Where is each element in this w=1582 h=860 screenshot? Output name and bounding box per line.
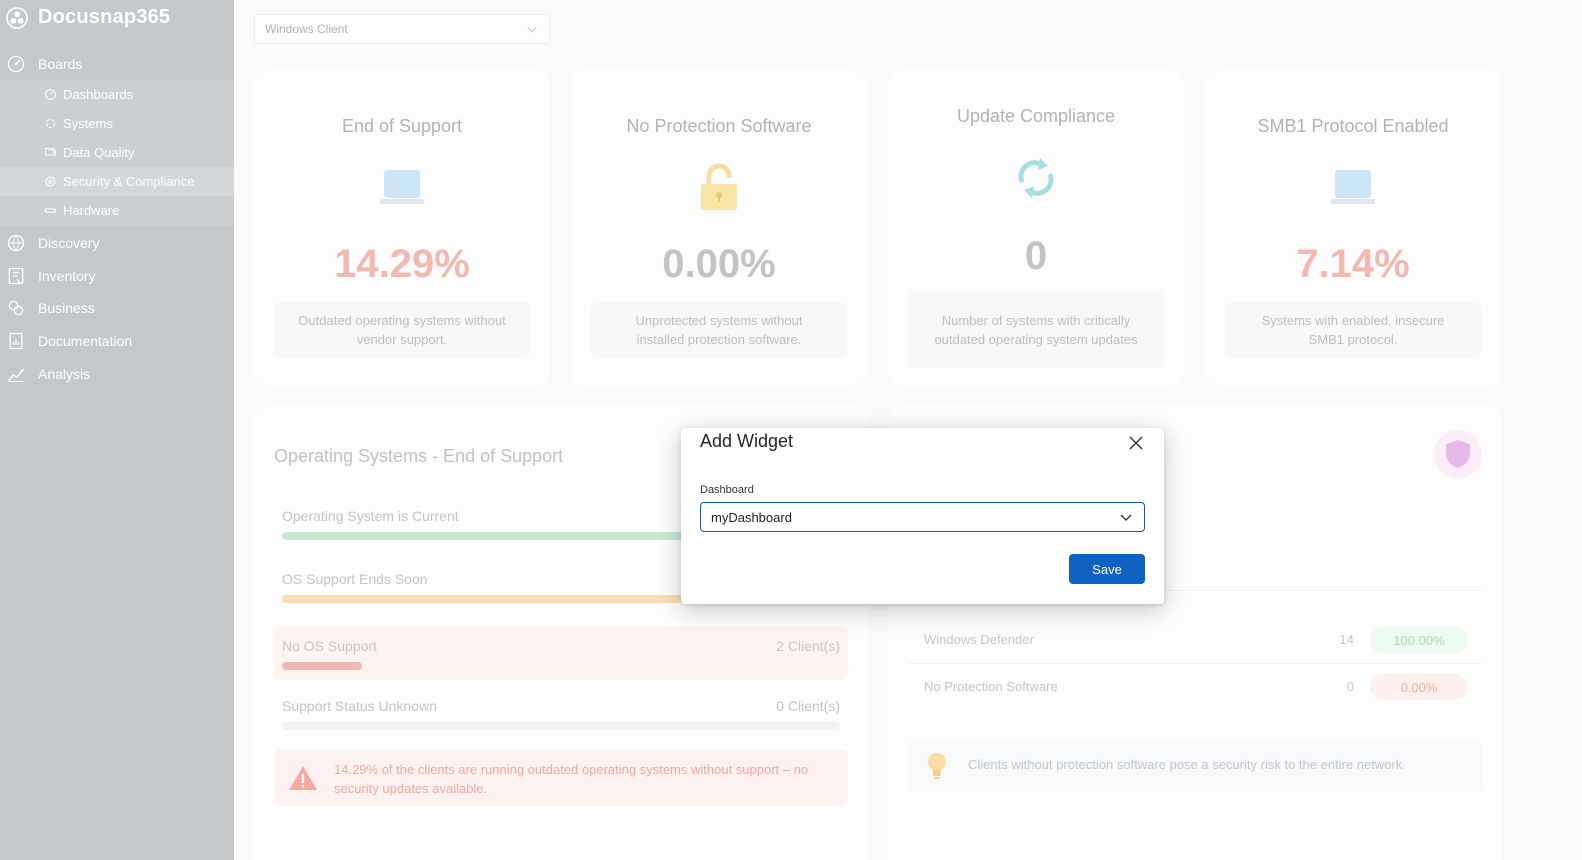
kpi-card-end-of-support[interactable]: End of Support 14.29% Outdated operating… — [254, 70, 550, 386]
documentation-icon — [9, 332, 23, 350]
app-title: Docusnap365 — [38, 6, 171, 28]
dashboard-icon — [45, 89, 56, 100]
analysis-icon — [7, 368, 25, 382]
shield-badge — [1434, 430, 1482, 478]
kpi-card-smb1-protocol[interactable]: SMB1 Protocol Enabled 7.14% Systems with… — [1205, 70, 1501, 386]
kpi-title: End of Support — [341, 116, 463, 136]
protection-percent-pill: 100.00% — [1370, 627, 1468, 653]
client-type-value: Windows Client — [265, 22, 348, 36]
progress-track — [282, 722, 840, 730]
nav-documentation[interactable]: Documentation — [0, 325, 234, 358]
nav-inventory[interactable]: Inventory — [0, 260, 234, 293]
dashboard-field-label: Dashboard — [700, 484, 754, 496]
os-row-label: OS Support Ends Soon — [282, 571, 428, 587]
sidebar-item-systems[interactable]: Systems — [0, 109, 234, 138]
os-row-label: Operating System is Current — [282, 508, 459, 524]
laptop-icon — [380, 170, 424, 204]
dialog-title: Add Widget — [700, 431, 794, 451]
kpi-title: No Protection Software — [626, 116, 812, 136]
data-quality-icon — [45, 147, 56, 157]
sidebar-item-label: Data Quality — [63, 145, 135, 160]
kpi-title: Update Compliance — [956, 106, 1116, 126]
kpi-description: Systems with enabled, insecure SMB1 prot… — [1225, 302, 1481, 358]
docusnap-logo-icon — [6, 6, 28, 29]
nav-business[interactable]: Business — [0, 292, 234, 325]
protection-name: Windows Defender — [924, 632, 1034, 647]
tip-text: Clients without protection software pose… — [968, 757, 1406, 772]
client-type-select[interactable]: Windows Client — [254, 14, 550, 44]
kpi-value: 0.00% — [662, 242, 776, 286]
nav-label: Business — [38, 300, 95, 317]
security-icon — [45, 176, 56, 187]
panel-title: Operating Systems - End of Support — [274, 446, 564, 466]
save-button[interactable]: Save — [1069, 554, 1145, 584]
kpi-value: 14.29% — [334, 242, 470, 286]
eos-alert: 14.29% of the clients are running outdat… — [274, 750, 848, 806]
kpi-description: Outdated operating systems without vendo… — [274, 302, 530, 358]
protection-name: No Protection Software — [924, 679, 1058, 694]
alert-text: 14.29% of the clients are running outdat… — [334, 762, 809, 796]
hardware-icon — [45, 208, 56, 213]
sidebar-item-security-compliance[interactable]: Security & Compliance — [0, 167, 234, 196]
close-icon — [1129, 436, 1143, 450]
protection-row-defender[interactable]: Windows Defender 14 100.00% — [908, 617, 1482, 663]
sidebar: Docusnap365 Boards Dashboards Systems Da… — [0, 0, 234, 860]
sidebar-item-label: Systems — [63, 116, 113, 131]
protection-percent-pill: 0.00% — [1370, 674, 1468, 700]
kpi-value: 0 — [1024, 234, 1048, 278]
chevron-down-icon — [527, 26, 537, 33]
nav-label: Discovery — [38, 235, 100, 252]
systems-icon — [45, 118, 56, 129]
nav-discovery[interactable]: Discovery — [0, 227, 234, 260]
kpi-card-no-protection[interactable]: No Protection Software 0.00% Unprotected… — [571, 70, 867, 386]
kpi-description: Number of systems with critically outdat… — [908, 292, 1164, 368]
protection-count: 14 — [1339, 632, 1354, 647]
business-icon — [8, 301, 24, 316]
nav-boards[interactable]: Boards — [0, 48, 234, 80]
os-row-unknown[interactable]: Support Status Unknown 0 Client(s) — [274, 692, 848, 746]
progress-track — [282, 662, 840, 670]
nav-label: Analysis — [38, 365, 91, 382]
kpi-title: SMB1 Protocol Enabled — [1257, 116, 1449, 136]
sidebar-item-dashboards[interactable]: Dashboards — [0, 80, 234, 109]
sidebar-item-label: Dashboards — [63, 87, 134, 102]
progress-fill — [282, 662, 362, 670]
gauge-icon — [7, 55, 25, 73]
nav-label: Documentation — [38, 333, 133, 350]
sidebar-item-label: Hardware — [63, 203, 120, 218]
dashboard-select-value: myDashboard — [711, 509, 792, 525]
sidebar-item-label: Security & Compliance — [63, 174, 195, 189]
lightbulb-icon — [928, 753, 946, 779]
add-widget-dialog: Add Widget Dashboard myDashboard Save — [681, 428, 1164, 604]
os-row-label: Support Status Unknown — [282, 698, 437, 714]
refresh-icon — [1018, 158, 1054, 198]
unlocked-padlock-icon — [701, 163, 737, 210]
nav-boards-label: Boards — [38, 56, 83, 72]
chevron-down-icon — [1120, 514, 1132, 521]
kpi-card-update-compliance[interactable]: Update Compliance 0 Number of systems wi… — [888, 70, 1184, 386]
os-row-count: 2 Client(s) — [776, 638, 840, 654]
warning-icon — [289, 766, 317, 790]
close-button[interactable] — [1125, 432, 1147, 454]
laptop-icon — [1331, 170, 1375, 204]
shield-icon — [1446, 440, 1470, 468]
os-row-count: 0 Client(s) — [776, 698, 840, 714]
protection-row-none[interactable]: No Protection Software 0 0.00% — [908, 664, 1482, 710]
inventory-icon — [8, 267, 24, 285]
protection-tip: Clients without protection software pose… — [908, 740, 1482, 792]
os-row-no-support[interactable]: No OS Support 2 Client(s) — [274, 626, 848, 680]
kpi-description: Unprotected systems without installed pr… — [591, 302, 847, 358]
os-row-label: No OS Support — [282, 638, 377, 654]
discovery-icon — [7, 235, 25, 252]
protection-count: 0 — [1346, 679, 1354, 694]
sidebar-item-hardware[interactable]: Hardware — [0, 196, 234, 225]
sidebar-item-data-quality[interactable]: Data Quality — [0, 138, 234, 167]
brand[interactable]: Docusnap365 — [6, 6, 170, 29]
kpi-value: 7.14% — [1296, 242, 1410, 286]
nav-analysis[interactable]: Analysis — [0, 357, 234, 390]
nav-label: Inventory — [38, 267, 96, 284]
dashboard-select[interactable]: myDashboard — [700, 502, 1145, 532]
